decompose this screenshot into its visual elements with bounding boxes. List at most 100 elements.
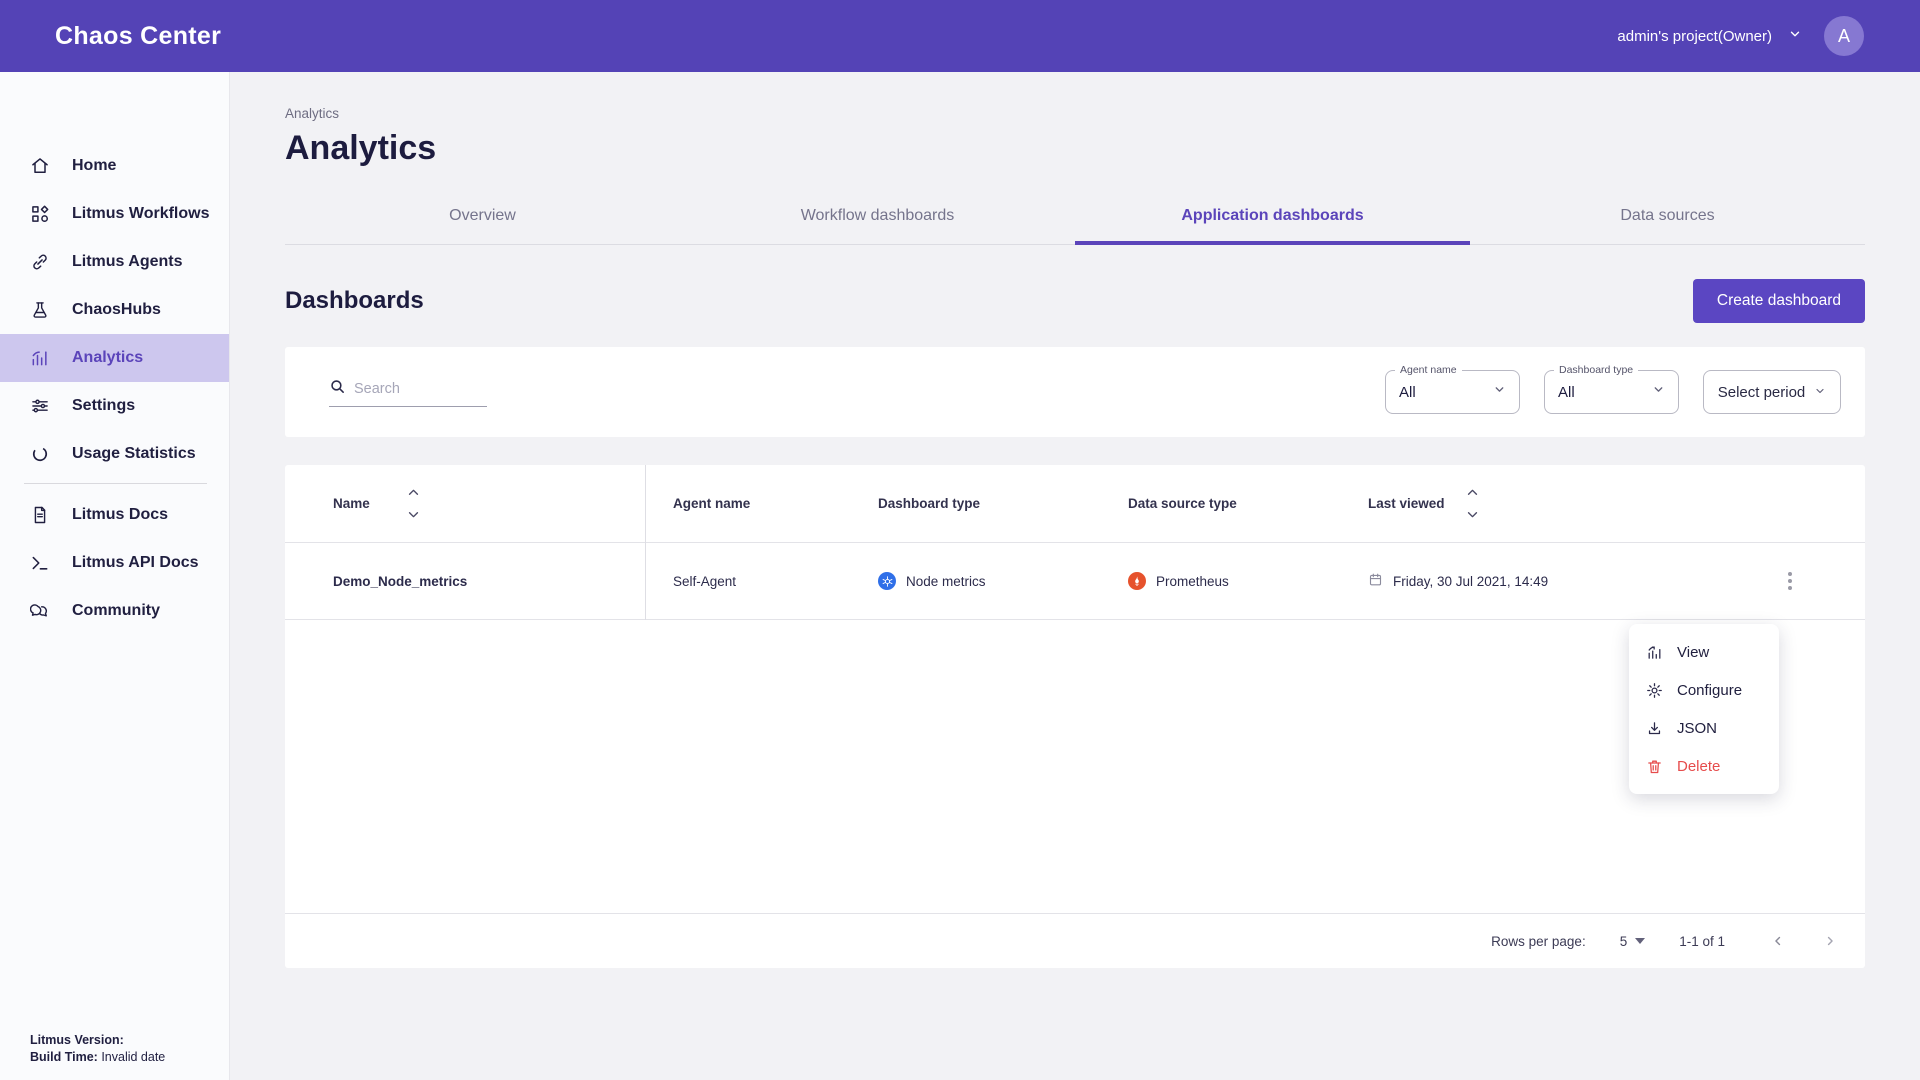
chevron-down-icon [1493,383,1506,401]
sidebar-item-community[interactable]: Community [0,587,229,635]
chevron-right-icon [1823,934,1837,948]
pagination-controls [1765,928,1843,954]
tab-overview[interactable]: Overview [285,194,680,245]
sidebar-item-litmus-api-docs[interactable]: Litmus API Docs [0,539,229,587]
avatar-initial: A [1838,26,1850,47]
pagination-range: 1-1 of 1 [1679,934,1725,949]
search-box [329,378,487,407]
next-page-button[interactable] [1817,928,1843,954]
dashboard-type-select-label: Dashboard type [1554,364,1638,376]
row-agent-name: Self-Agent [645,574,850,589]
project-selector[interactable]: admin's project(Owner) [1617,27,1802,45]
search-icon [329,378,346,400]
search-input[interactable] [354,381,474,397]
sidebar-item-label: Home [72,157,116,175]
sort-asc-icon [1467,489,1478,496]
sort-desc-icon [408,511,419,518]
main-content: Analytics Analytics Overview Workflow da… [230,72,1920,1080]
sort-last-viewed-control[interactable] [1467,489,1478,518]
avatar[interactable]: A [1824,16,1864,56]
sidebar-item-label: Usage Statistics [72,445,196,463]
tab-workflow-dashboards[interactable]: Workflow dashboards [680,194,1075,245]
rows-per-page-value: 5 [1620,934,1628,949]
flask-icon [30,300,50,320]
sidebar-item-analytics[interactable]: Analytics [0,334,229,382]
name-column-divider [645,465,646,620]
view-chart-icon [1646,644,1663,661]
filter-bar: Agent name All Dashboard type All Select… [285,347,1865,437]
agent-name-select-label: Agent name [1395,364,1462,376]
column-header-data-source-type: Data source type [1100,496,1340,511]
sliders-icon [30,396,50,416]
home-icon [30,156,50,176]
app-title: Chaos Center [55,22,221,51]
tab-bar: Overview Workflow dashboards Application… [285,194,1865,245]
row-dashboard-type: Node metrics [850,572,1100,590]
chevron-down-icon [1814,384,1826,401]
select-period-button[interactable]: Select period [1703,370,1841,414]
column-header-last-viewed: Last viewed [1340,489,1715,518]
create-dashboard-button[interactable]: Create dashboard [1693,279,1865,323]
column-header-dashboard-type: Dashboard type [850,496,1100,511]
sidebar-item-litmus-workflows[interactable]: Litmus Workflows [0,190,229,238]
menu-item-configure[interactable]: Configure [1629,671,1779,709]
sidebar-item-litmus-docs[interactable]: Litmus Docs [0,491,229,539]
workflows-icon [30,204,50,224]
row-name: Demo_Node_metrics [285,574,645,589]
menu-item-json[interactable]: JSON [1629,709,1779,747]
topbar-right: admin's project(Owner) A [1617,16,1864,56]
sidebar-item-label: Analytics [72,349,143,367]
kebab-menu-button[interactable] [1780,564,1800,598]
kubernetes-icon [878,572,896,590]
sidebar-item-home[interactable]: Home [0,142,229,190]
rows-per-page-select[interactable]: 5 [1620,934,1646,949]
sidebar-divider [24,483,207,484]
row-context-menu: View Configure JSON Delete [1629,624,1779,794]
document-icon [30,505,50,525]
row-last-viewed: Friday, 30 Jul 2021, 14:49 [1340,572,1715,590]
table-row[interactable]: Demo_Node_metrics Self-Agent Node metric… [285,543,1865,620]
row-data-source-type: Prometheus [1100,572,1340,590]
usage-ring-icon [30,444,50,464]
previous-page-button[interactable] [1765,928,1791,954]
agent-name-select[interactable]: Agent name All [1385,370,1520,414]
menu-item-label: View [1677,644,1709,661]
version-info: Litmus Version: Build Time: Invalid date [30,1032,165,1066]
menu-item-view[interactable]: View [1629,633,1779,671]
terminal-icon [30,553,50,573]
dashboards-heading: Dashboards [285,287,424,315]
project-selector-label: admin's project(Owner) [1617,28,1772,45]
dashboard-type-select-value: All [1558,384,1575,401]
menu-item-delete[interactable]: Delete [1629,747,1779,785]
sidebar-item-label: Litmus API Docs [72,554,199,572]
sidebar-item-label: Litmus Workflows [72,205,210,223]
sort-name-control[interactable] [408,489,419,518]
caret-down-icon [1635,938,1645,944]
sidebar-item-litmus-agents[interactable]: Litmus Agents [0,238,229,286]
tab-application-dashboards[interactable]: Application dashboards [1075,194,1470,245]
sidebar: Home Litmus Workflows Litmus Agents Chao… [0,72,230,1080]
sidebar-item-label: Settings [72,397,135,415]
page-title: Analytics [285,129,1865,168]
column-header-name: Name [285,489,645,518]
sort-asc-icon [408,489,419,496]
sidebar-item-settings[interactable]: Settings [0,382,229,430]
column-header-agent-name: Agent name [645,496,850,511]
tab-data-sources[interactable]: Data sources [1470,194,1865,245]
menu-item-label: JSON [1677,720,1717,737]
gear-icon [1646,682,1663,699]
sidebar-item-label: ChaosHubs [72,301,161,319]
menu-item-label: Configure [1677,682,1742,699]
dashboards-section-header: Dashboards Create dashboard [285,279,1865,323]
row-actions [1715,564,1865,598]
sidebar-item-label: Litmus Docs [72,506,168,524]
sidebar-item-chaoshubs[interactable]: ChaosHubs [0,286,229,334]
top-bar: Chaos Center admin's project(Owner) A [0,0,1920,72]
trash-icon [1646,758,1663,775]
chevron-down-icon [1652,383,1665,401]
chevron-down-icon [1788,27,1802,45]
dashboard-type-select[interactable]: Dashboard type All [1544,370,1679,414]
build-time-label: Build Time: [30,1050,98,1064]
menu-item-label: Delete [1677,758,1720,775]
sidebar-item-usage-statistics[interactable]: Usage Statistics [0,430,229,478]
